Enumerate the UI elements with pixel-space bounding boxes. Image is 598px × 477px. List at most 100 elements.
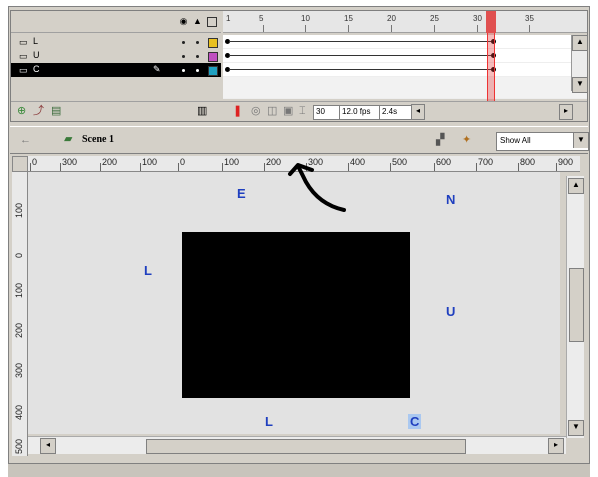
frame-number: 35 <box>525 14 534 23</box>
timeline-vertical-scrollbar[interactable]: ▲ ▼ <box>571 35 588 93</box>
ruler-tick <box>476 163 477 171</box>
frame-number: 5 <box>259 14 264 23</box>
ruler-label: 100 <box>14 202 24 218</box>
scroll-thumb[interactable] <box>146 439 466 454</box>
ruler-tick <box>264 163 265 171</box>
scroll-down-button[interactable]: ▼ <box>568 420 584 436</box>
current-frame-field: 30 <box>313 105 341 120</box>
frame-tick <box>434 25 435 32</box>
layer-name: U <box>33 50 40 60</box>
ruler-label: 0 <box>32 157 38 167</box>
scroll-left-button[interactable]: ◂ <box>40 438 56 454</box>
frame-tick <box>477 25 478 32</box>
frame-track[interactable] <box>223 49 587 63</box>
add-folder-icon[interactable]: ▤ <box>51 105 61 117</box>
lock-dot[interactable] <box>196 41 199 44</box>
center-frame-icon[interactable]: ❚ <box>233 105 242 117</box>
ruler-label: 500 <box>14 438 24 454</box>
frame-ruler[interactable]: 1 5 10 15 20 25 30 35 <box>223 11 587 33</box>
ruler-label: 200 <box>266 157 282 167</box>
outline-color-swatch[interactable] <box>208 66 218 76</box>
scroll-up-button[interactable]: ▲ <box>572 35 588 51</box>
ruler-tick <box>222 163 223 171</box>
ruler-label: 100 <box>224 157 240 167</box>
onion-markers-icon[interactable]: ⌶ <box>299 105 306 117</box>
scroll-up-button[interactable]: ▲ <box>568 178 584 194</box>
stage-label-u[interactable]: U <box>446 304 455 319</box>
stage-label-e[interactable]: E <box>237 186 246 201</box>
ruler-label: 600 <box>436 157 452 167</box>
pencil-icon: ✎ <box>153 64 161 74</box>
edit-scene-icon[interactable]: ▞ <box>436 134 444 146</box>
layer-icon: ▭ <box>19 65 28 75</box>
vertical-ruler: 100 0 100 200 300 400 500 <box>12 172 28 456</box>
scroll-thumb[interactable] <box>569 268 584 342</box>
frame-number: 25 <box>430 14 439 23</box>
ruler-label: 900 <box>558 157 574 167</box>
frame-track[interactable] <box>223 63 587 77</box>
scene-bar: ← ▰ Scene 1 ▞ ✦ Show All ▼ <box>10 126 589 154</box>
outline-icon[interactable] <box>207 17 217 27</box>
ruler-label: 100 <box>142 157 158 167</box>
visibility-dot[interactable] <box>182 69 185 72</box>
layer-row-l[interactable]: ▭ L <box>11 35 221 49</box>
layer-row-c[interactable]: ▭ C ✎ <box>11 63 221 77</box>
frame-number: 1 <box>226 14 231 23</box>
stage-label-c[interactable]: C <box>408 414 422 429</box>
scene-name[interactable]: Scene 1 <box>82 134 114 145</box>
zoom-select[interactable]: Show All ▼ <box>496 132 589 151</box>
stage-horizontal-scrollbar[interactable]: ◂ ▸ <box>28 436 566 454</box>
scroll-right-button[interactable]: ▸ <box>548 438 564 454</box>
playhead-marker[interactable] <box>486 11 496 33</box>
back-arrow-icon[interactable]: ← <box>20 134 31 146</box>
visibility-dot[interactable] <box>182 41 185 44</box>
stage-label-l-bottom[interactable]: L <box>265 414 273 429</box>
frame-track-empty <box>223 77 587 99</box>
stage-label-l-left[interactable]: L <box>144 263 152 278</box>
timeline-panel: ◉ ▲ 1 5 10 15 20 25 30 35 ▭ L ▭ U ▭ C ✎ … <box>10 10 588 122</box>
movie-stage-rectangle[interactable] <box>182 232 410 398</box>
layer-icon: ▭ <box>19 37 28 47</box>
playhead[interactable] <box>487 33 495 101</box>
chevron-down-icon[interactable]: ▼ <box>573 133 588 148</box>
scroll-left-button[interactable]: ◂ <box>411 104 425 120</box>
panel-strip <box>8 464 590 477</box>
ruler-tick <box>556 163 557 171</box>
edit-multiple-icon[interactable]: ▣ <box>283 105 293 117</box>
ruler-corner <box>12 156 28 172</box>
add-layer-icon[interactable]: ⊕ <box>17 105 26 117</box>
onion-skin-icon[interactable]: ◎ <box>251 105 261 117</box>
ruler-label: 500 <box>392 157 408 167</box>
stage-vertical-scrollbar[interactable]: ▲ ▼ <box>566 176 584 438</box>
lock-dot[interactable] <box>196 69 199 72</box>
lock-icon[interactable]: ▲ <box>193 17 202 26</box>
frame-tick <box>529 25 530 32</box>
eye-icon[interactable]: ◉ <box>179 17 188 26</box>
edit-symbol-icon[interactable]: ✦ <box>462 134 471 146</box>
ruler-label: 300 <box>14 362 24 378</box>
visibility-dot[interactable] <box>182 55 185 58</box>
outline-color-swatch[interactable] <box>208 52 218 62</box>
ruler-label: 300 <box>62 157 78 167</box>
layer-row-u[interactable]: ▭ U <box>11 49 221 63</box>
frame-track[interactable] <box>223 35 587 49</box>
ruler-tick <box>60 163 61 171</box>
tween-line <box>229 55 491 56</box>
ruler-tick <box>30 163 31 171</box>
scroll-right-button[interactable]: ▸ <box>559 104 573 120</box>
motion-guide-icon[interactable]: ⤴ <box>33 105 44 117</box>
frame-tick <box>305 25 306 32</box>
ruler-tick <box>140 163 141 171</box>
scroll-down-button[interactable]: ▼ <box>572 77 588 93</box>
ruler-tick <box>518 163 519 171</box>
lock-dot[interactable] <box>196 55 199 58</box>
stage-label-n[interactable]: N <box>446 192 455 207</box>
frame-number: 15 <box>344 14 353 23</box>
ruler-label: 200 <box>14 322 24 338</box>
outline-color-swatch[interactable] <box>208 38 218 48</box>
trash-icon[interactable]: ▥ <box>197 105 207 117</box>
onion-outline-icon[interactable]: ◫ <box>267 105 277 117</box>
frame-tick <box>391 25 392 32</box>
zoom-value: Show All <box>500 136 531 145</box>
ruler-tick <box>100 163 101 171</box>
